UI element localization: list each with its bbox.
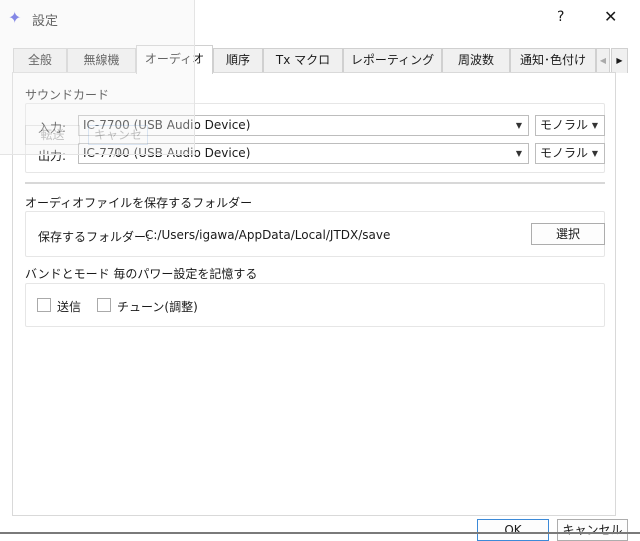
tab-sequence[interactable]: 順序 bbox=[213, 48, 263, 73]
input-label: 入力: bbox=[38, 121, 67, 135]
chevron-down-icon: ▼ bbox=[515, 121, 522, 130]
cancel-button[interactable]: キャンセル bbox=[557, 519, 628, 541]
tune-checkbox[interactable] bbox=[97, 298, 111, 312]
power-group bbox=[25, 283, 605, 327]
tx-label: 送信 bbox=[57, 300, 82, 314]
help-button[interactable]: ? bbox=[557, 9, 564, 25]
folder-label: 保存するフォルダー: bbox=[38, 230, 151, 244]
soundcard-heading: サウンドカード bbox=[25, 88, 110, 102]
tab-scroll-left[interactable]: ◀ bbox=[596, 48, 610, 73]
chevron-down-icon: ▼ bbox=[515, 149, 522, 158]
input-channel-value: モノラル bbox=[540, 118, 589, 132]
input-device-value: IC-7700 (USB Audio Device) bbox=[83, 118, 251, 132]
tab-general[interactable]: 全般 bbox=[13, 48, 67, 73]
chevron-down-icon: ▼ bbox=[591, 121, 598, 130]
output-channel-value: モノラル bbox=[540, 146, 589, 160]
ok-button[interactable]: OK bbox=[477, 519, 549, 541]
tab-reporting[interactable]: レポーティング bbox=[343, 48, 442, 73]
tab-frequencies[interactable]: 周波数 bbox=[442, 48, 510, 73]
output-device-value: IC-7700 (USB Audio Device) bbox=[83, 146, 251, 160]
tab-tx-macros[interactable]: Tx マクロ bbox=[263, 48, 343, 73]
tab-notifications-colors[interactable]: 通知･色付け bbox=[510, 48, 596, 73]
folder-heading: オーディオファイルを保存するフォルダー bbox=[25, 196, 253, 210]
output-device-select[interactable]: IC-7700 (USB Audio Device) ▼ bbox=[78, 143, 529, 164]
input-device-select[interactable]: IC-7700 (USB Audio Device) ▼ bbox=[78, 115, 529, 136]
tab-audio[interactable]: オーディオ bbox=[136, 45, 213, 74]
tune-label: チューン(調整) bbox=[117, 300, 198, 314]
window-title: 設定 bbox=[32, 14, 59, 29]
tab-radio[interactable]: 無線機 bbox=[67, 48, 136, 73]
folder-path: C:/Users/igawa/AppData/Local/JTDX/save bbox=[145, 228, 391, 242]
chevron-down-icon: ▼ bbox=[591, 149, 598, 158]
input-channel-select[interactable]: モノラル ▼ bbox=[535, 115, 605, 136]
tab-scroll-right[interactable]: ▶ bbox=[611, 48, 628, 73]
power-heading: バンドとモード 毎のパワー設定を記憶する bbox=[25, 267, 258, 281]
output-channel-select[interactable]: モノラル ▼ bbox=[535, 143, 605, 164]
tx-checkbox[interactable] bbox=[37, 298, 51, 312]
output-label: 出力: bbox=[38, 149, 67, 163]
select-folder-button[interactable]: 選択 bbox=[531, 223, 605, 245]
separator bbox=[25, 182, 605, 184]
close-button[interactable]: ✕ bbox=[604, 7, 617, 26]
app-icon: ✦ bbox=[8, 8, 22, 27]
